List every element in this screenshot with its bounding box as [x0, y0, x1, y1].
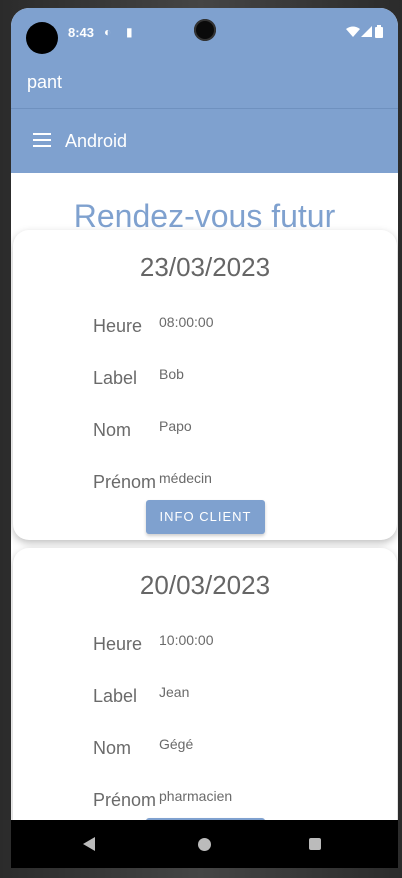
hour-value: 10:00:00 — [159, 632, 214, 648]
label-label: Label — [93, 686, 138, 706]
toolbar-title: Android — [65, 131, 128, 151]
label-value: Bob — [159, 366, 184, 382]
home-icon[interactable] — [198, 838, 211, 851]
appointment-card: 23/03/2023 Heure 08:00:00 Label Bob Nom … — [13, 230, 397, 540]
sd-card-icon: ▮ — [126, 25, 133, 39]
firstname-value: médecin — [159, 470, 212, 486]
name-label: Nom — [93, 420, 132, 440]
navigation-bar — [11, 820, 398, 868]
status-bar: 8:43 ◐ ▮ — [11, 8, 398, 54]
screen: 8:43 ◐ ▮ pant Android Rendez-vous futur … — [11, 8, 398, 868]
firstname-label: Prénom — [93, 790, 157, 810]
appointment-card: 20/03/2023 Heure 10:00:00 Label Jean Nom… — [13, 548, 397, 820]
camera-cutout — [26, 22, 58, 54]
status-time: 8:43 — [68, 25, 95, 40]
hour-value: 08:00:00 — [159, 314, 214, 330]
label-label: Label — [93, 368, 138, 388]
app-bar: pant — [11, 54, 398, 108]
app-title: pant — [27, 72, 63, 92]
firstname-label: Prénom — [93, 472, 157, 492]
hour-label: Heure — [93, 316, 143, 336]
appointment-date: 23/03/2023 — [139, 252, 271, 282]
front-camera — [194, 19, 216, 41]
content-area[interactable]: Rendez-vous futur 23/03/2023 Heure 08:00… — [11, 172, 398, 820]
info-client-button[interactable]: INFO CLIENT — [146, 500, 265, 534]
label-value: Jean — [159, 684, 190, 700]
menu-icon[interactable] — [33, 133, 51, 147]
battery-icon — [375, 25, 383, 38]
firstname-value: pharmacien — [159, 788, 233, 804]
wifi-icon — [346, 26, 360, 37]
back-icon[interactable] — [83, 837, 95, 851]
name-value: Gégé — [159, 736, 194, 752]
device-frame: 8:43 ◐ ▮ pant Android Rendez-vous futur … — [0, 0, 402, 878]
signal-icon — [361, 26, 372, 37]
name-value: Papo — [159, 418, 192, 434]
recents-icon[interactable] — [309, 838, 321, 850]
name-label: Nom — [93, 738, 132, 758]
appointment-date: 20/03/2023 — [139, 570, 271, 600]
toolbar: Android — [11, 108, 398, 173]
sync-icon: ◐ — [104, 25, 112, 39]
hour-label: Heure — [93, 634, 143, 654]
